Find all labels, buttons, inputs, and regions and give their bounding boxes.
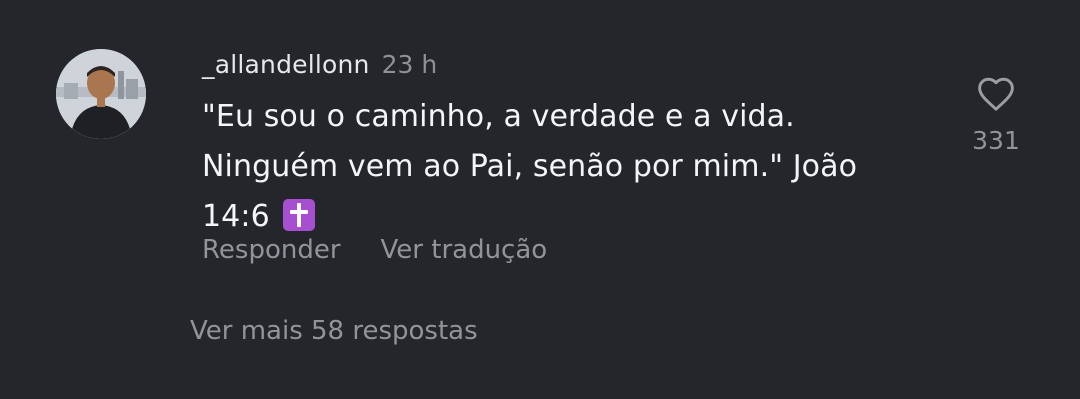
comment-actions: Responder Ver tradução (202, 235, 587, 265)
cross-emoji (283, 199, 316, 231)
view-more-replies-button[interactable]: Ver mais 58 respostas (190, 316, 478, 346)
like-control: 331 (966, 76, 1026, 155)
comment-header: _allandellonn 23 h (202, 50, 437, 86)
comment-username[interactable]: _allandellonn (202, 50, 370, 79)
heart-icon[interactable] (976, 76, 1016, 112)
comment-timestamp: 23 h (381, 50, 438, 79)
like-count: 331 (972, 126, 1020, 155)
avatar[interactable] (56, 49, 146, 139)
reply-button[interactable]: Responder (202, 235, 341, 265)
translate-button[interactable]: Ver tradução (381, 235, 548, 265)
comment-body: "Eu sou o caminho, a verdade e a vida. N… (202, 92, 902, 242)
